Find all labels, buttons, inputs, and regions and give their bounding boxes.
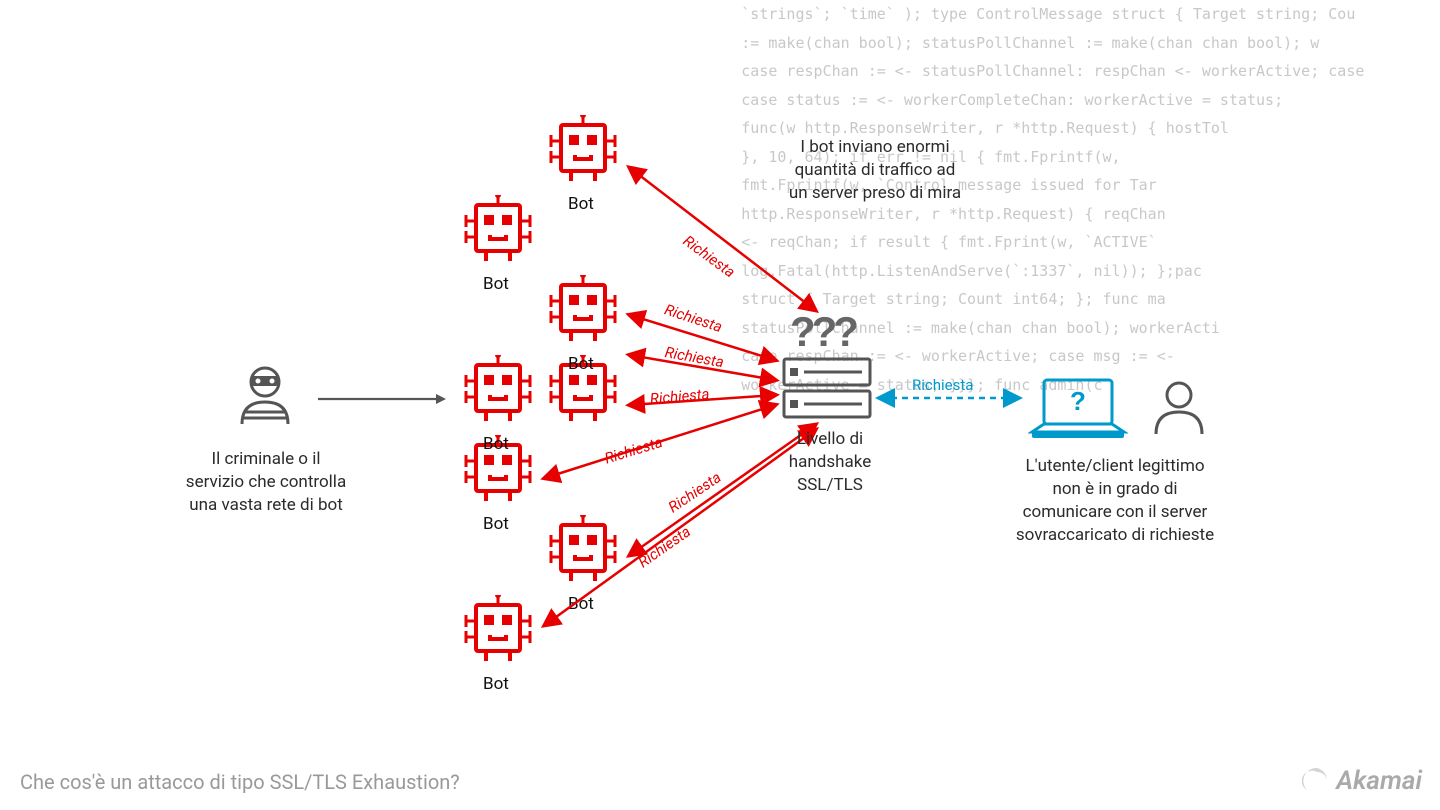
svg-text:?: ? [1070,386,1086,416]
request-label-blue: Richiesta [912,376,973,394]
diagram-canvas: Il criminale o il servizio che controlla… [0,0,1440,810]
server-caption: Livello di handshake SSL/TLS [775,428,885,497]
bot-arrows [0,0,1440,810]
user-icon [1148,378,1210,444]
laptop-icon: ? [1028,374,1128,448]
user-caption: L'utente/client legittimo non è in grado… [995,455,1235,547]
server-icon [782,355,872,429]
question-marks-icon: ??? [790,308,855,356]
